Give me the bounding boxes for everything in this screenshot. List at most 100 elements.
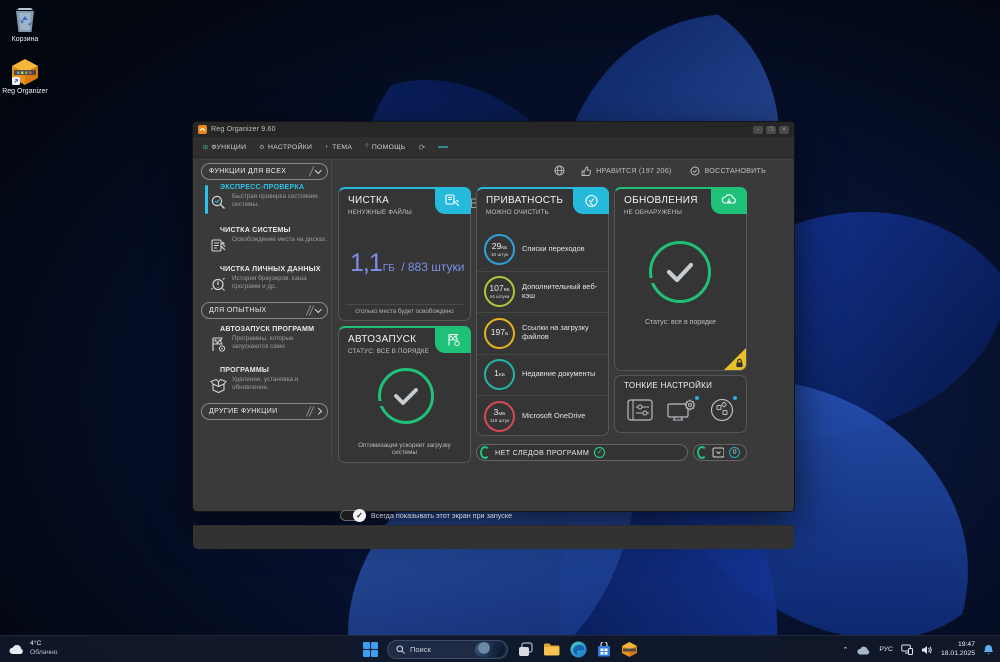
like-button[interactable]: НРАВИТСЯ (197 206) (596, 166, 671, 175)
search-daily-image[interactable] (475, 642, 505, 657)
desktop-icon-reg-organizer[interactable]: Reg Organizer (0, 58, 53, 96)
updates-status: Статус: все в порядке (644, 319, 717, 326)
cleanup-badge (435, 187, 471, 214)
microsoft-store-button[interactable] (596, 641, 612, 658)
group-deco (305, 305, 314, 316)
start-button[interactable] (363, 642, 378, 657)
maximize-button[interactable]: ❐ (766, 125, 776, 134)
sidebar-item-desc: Быстрая проверка состояния системы. (232, 193, 318, 208)
autorun-caption: Оптимизация ускоряет загрузку системы (358, 442, 451, 456)
minimize-button[interactable]: – (753, 125, 763, 134)
menu-functions[interactable]: ⊞ ФУНКЦИИ (203, 144, 246, 151)
no-traces-pill[interactable]: НЕТ СЛЕДОВ ПРОГРАММ ✓ (476, 444, 688, 461)
privacy-rows: 29КБ 10 штук Списки переходов 107КБ 44 ш… (477, 229, 608, 437)
check-icon (394, 387, 418, 405)
sidebar-group-functions-for-all[interactable]: ФУНКЦИИ ДЛЯ ВСЕХ (201, 163, 328, 180)
card-tweaks[interactable]: ТОНКИЕ НАСТРОЙКИ (614, 375, 747, 433)
sidebar-group-other-functions[interactable]: ДРУГИЕ ФУНКЦИИ (201, 403, 328, 420)
reg-organizer-taskbar-button[interactable] (621, 641, 638, 658)
sidebar-item-private-data-cleanup[interactable]: ЧИСТКА ЛИЧНЫХ ДАННЫХ История браузеров, … (209, 265, 331, 293)
sidebar-item-title: ЭКСПРЕСС-ПРОВЕРКА (220, 183, 305, 191)
card-cleanup[interactable]: ЧИСТКА НЕНУЖНЫЕ ФАЙЛЫ 1,1ГБ / 883 штуки … (338, 187, 471, 321)
privacy-row-label: Microsoft OneDrive (522, 410, 586, 420)
sidebar-group-for-experienced[interactable]: ДЛЯ ОПЫТНЫХ (201, 302, 328, 319)
card-privacy[interactable]: ПРИВАТНОСТЬ МОЖНО ОЧИСТИТЬ 29КБ 10 штук … (476, 187, 609, 436)
desktop: Корзина Reg Organizer Reg Organizer 9.60 (0, 0, 1000, 662)
thumbs-up-icon[interactable] (581, 166, 592, 176)
menu-theme[interactable]: ◐ ТЕМА (325, 144, 352, 151)
search-input[interactable]: Поиск (387, 640, 508, 659)
privacy-row[interactable]: 29КБ 10 штук Списки переходов (477, 229, 608, 271)
private-data-icon (209, 275, 228, 293)
shapes-circle-icon[interactable] (709, 396, 737, 427)
globe-icon[interactable] (554, 165, 565, 176)
onedrive-icon[interactable] (856, 645, 871, 655)
clock[interactable]: 19:47 18.01.2025 (941, 641, 975, 658)
sidebar-item-autorun-programs[interactable]: АВТОЗАПУСК ПРОГРАММ Программы, которые з… (209, 325, 331, 353)
no-traces-label: НЕТ СЛЕДОВ ПРОГРАММ (495, 448, 590, 457)
edge-browser-button[interactable] (570, 641, 587, 658)
desktop-icon-label: Reg Organizer (2, 88, 48, 95)
menu-accent-dash (438, 146, 449, 148)
privacy-row[interactable]: 3МБ 119 штук Microsoft OneDrive (477, 395, 608, 437)
privacy-hand-icon (584, 194, 598, 207)
sidebar-item-desc: Программы, которые запускаются сами. (232, 335, 294, 350)
privacy-row[interactable]: 107КБ 44 штуки Дополнительный веб-кэш (477, 270, 608, 313)
desktop-icon-recycle-bin[interactable]: Корзина (0, 6, 53, 44)
weather-condition: Облачно (30, 648, 58, 656)
menu-help[interactable]: ? ПОМОЩЬ (365, 144, 405, 151)
notification-bell-icon[interactable] (983, 644, 994, 656)
system-tweaks-icon[interactable] (666, 396, 699, 427)
group-deco (308, 166, 314, 177)
tray-time: 19:47 (957, 641, 975, 648)
toggle-knob: ✓ (353, 509, 366, 522)
sidebar-item-programs[interactable]: ПРОГРАММЫ Удаление, установка и обновлен… (209, 366, 331, 394)
broom-files-icon (445, 193, 460, 206)
cloud-download-icon (721, 194, 736, 204)
menu-label: НАСТРОЙКИ (267, 143, 313, 151)
theme-menu-icon: ◐ (325, 144, 330, 150)
privacy-row[interactable]: 1КБ Недавние документы (477, 353, 608, 396)
restore-button[interactable]: ВОССТАНОВИТЬ (705, 166, 766, 175)
weather-widget[interactable]: 4°C Облачно (8, 640, 58, 657)
close-button[interactable]: ✕ (779, 125, 789, 134)
card-updates[interactable]: ОБНОВЛЕНИЯ НЕ ОБНАРУЖЕНЫ Статус: все в п… (614, 187, 747, 371)
group-label: ДЛЯ ОПЫТНЫХ (209, 307, 267, 314)
show-on-startup-row: ✓ Всегда показывать этот экран при запус… (340, 509, 512, 522)
language-indicator[interactable]: РУС (879, 646, 893, 653)
privacy-row-label: Ссылки на загрузку файлов (522, 323, 589, 342)
help-menu-icon: ? (365, 144, 369, 150)
chevron-down-icon (314, 306, 321, 313)
volume-icon[interactable] (921, 645, 933, 655)
restore-icon[interactable] (690, 166, 700, 176)
card-title: ТОНКИЕ НАСТРОЙКИ (624, 381, 713, 390)
sidebar-item-express-check[interactable]: ЭКСПРЕСС-ПРОВЕРКА Быстрая проверка состо… (209, 183, 331, 211)
refresh-icon[interactable]: ⟳ (419, 143, 426, 152)
card-autorun[interactable]: АВТОЗАПУСК СТАТУС: ВСЕ В ПОРЯДКЕ Оптимиз… (338, 326, 471, 463)
sidebar-item-title: ЧИСТКА ЛИЧНЫХ ДАННЫХ (220, 265, 321, 273)
ok-check-icon: ✓ (594, 447, 606, 458)
cleanup-value: 1,1ГБ / 883 штуки (350, 249, 464, 278)
network-devices-icon[interactable] (901, 644, 913, 655)
cleanup-size: 1,1 (350, 249, 383, 277)
reg-organizer-icon (12, 59, 38, 85)
system-tray: ⌃ РУС 19:47 18.01.2025 (842, 638, 994, 661)
divider (331, 162, 332, 458)
magnifier-check-icon (209, 193, 228, 211)
privacy-row-label: Дополнительный веб-кэш (522, 281, 598, 300)
tray-expand-chevron[interactable]: ⌃ (842, 646, 848, 654)
task-view-button[interactable] (517, 641, 534, 658)
sliders-panel-icon[interactable] (626, 398, 655, 427)
window-titlebar[interactable]: Reg Organizer 9.60 – ❐ ✕ (193, 122, 794, 137)
menu-settings[interactable]: ⚙ НАСТРОЙКИ (259, 144, 312, 151)
file-explorer-button[interactable] (543, 642, 561, 657)
show-on-startup-toggle[interactable]: ✓ (340, 509, 366, 522)
check-icon (666, 262, 694, 283)
privacy-row[interactable]: 197Б Ссылки на загрузку файлов (477, 312, 608, 354)
counter-badge: 0 (729, 447, 740, 458)
cleanup-count: / 883 штуки (401, 260, 465, 274)
sidebar-item-system-cleanup[interactable]: ЧИСТКА СИСТЕМЫ Освобождение места на дис… (209, 226, 331, 254)
ignored-items-pill[interactable]: 0 (693, 444, 747, 461)
green-arc-icon (697, 446, 707, 459)
chevron-right-icon (314, 408, 321, 415)
